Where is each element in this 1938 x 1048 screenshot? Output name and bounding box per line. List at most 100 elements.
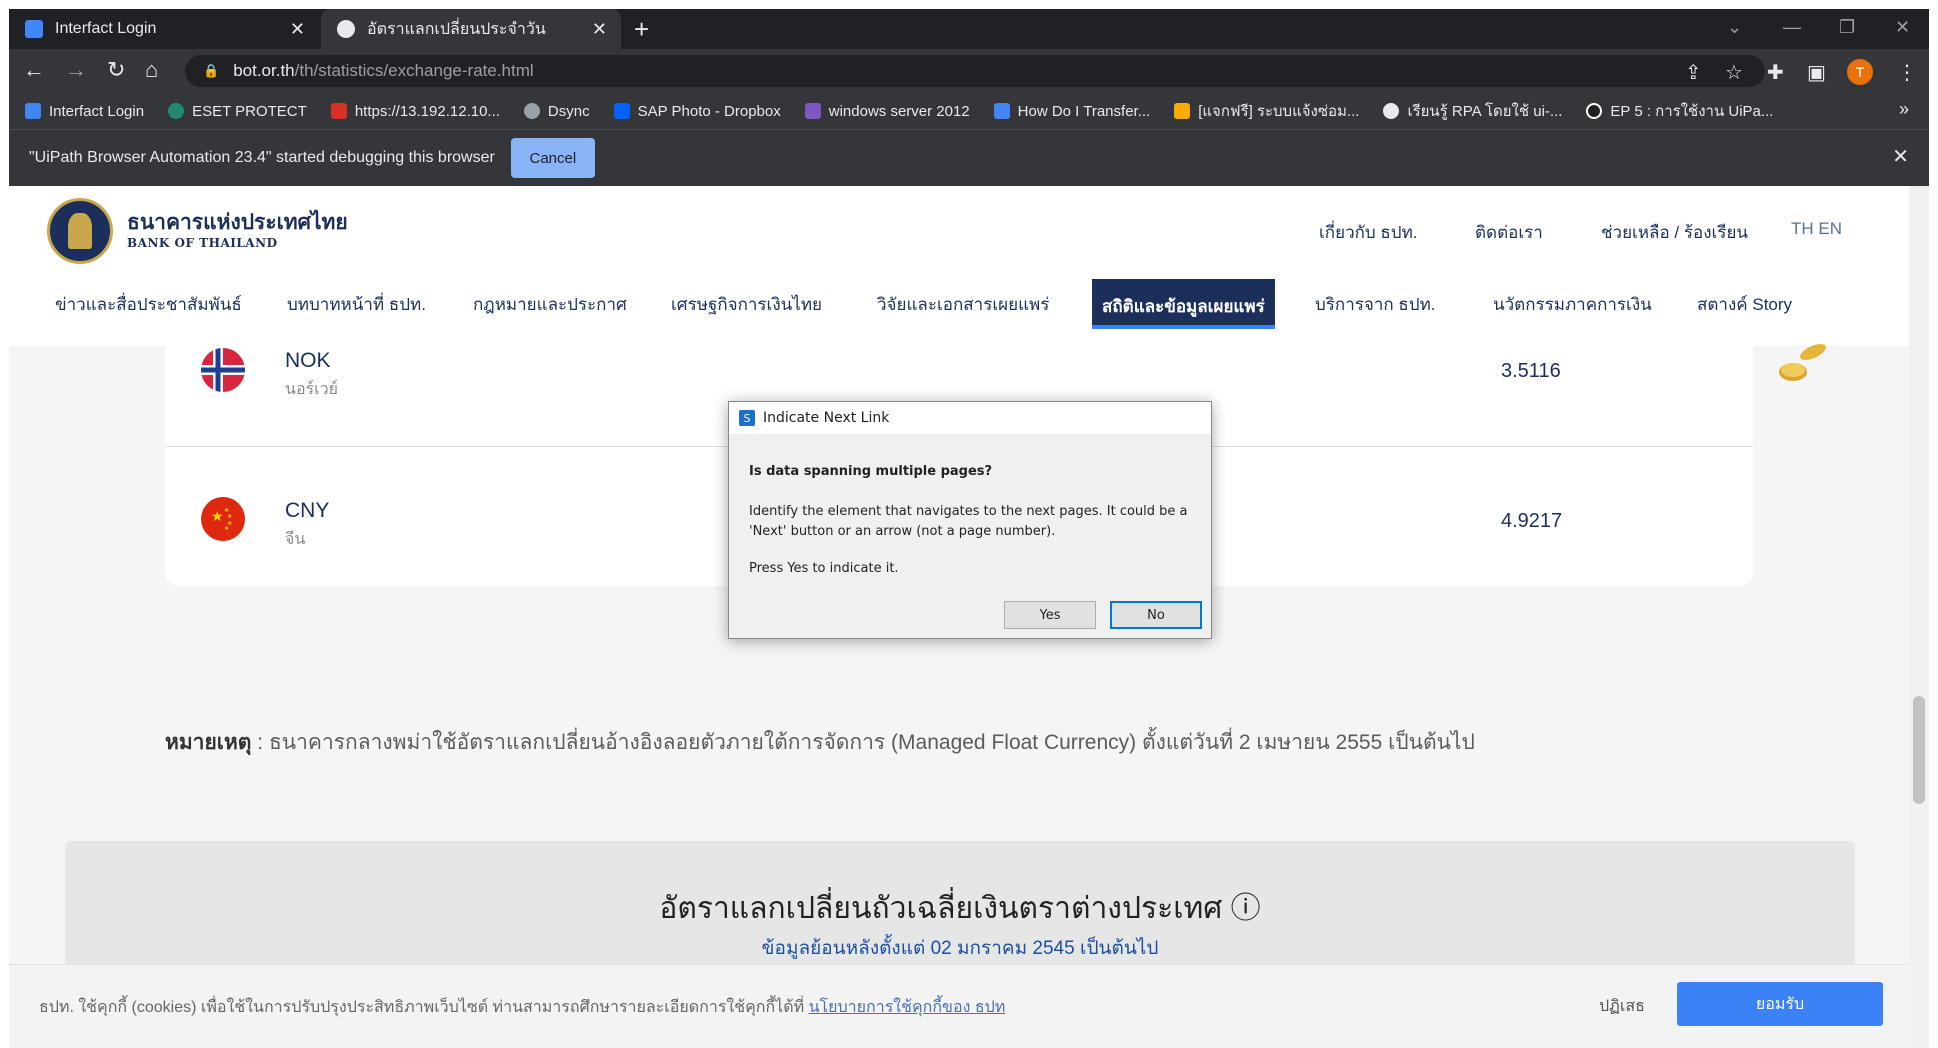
tab-exchange-rate[interactable]: อัตราแลกเปลี่ยนประจำวัน ✕ xyxy=(321,9,621,49)
lang-en[interactable]: EN xyxy=(1818,219,1842,238)
cookie-policy-link[interactable]: นโยบายการใช้คุกกี้ของ ธปท xyxy=(809,999,1006,1016)
bookmark-interfact-login[interactable]: Interfact Login xyxy=(25,103,144,120)
nav-research[interactable]: วิจัยและเอกสารเผยแพร่ xyxy=(877,291,1049,318)
eset-icon xyxy=(168,103,185,119)
restore-icon[interactable]: ❐ xyxy=(1839,17,1855,38)
bookmarks-bar: Interfact Login ESET PROTECT https://13.… xyxy=(9,93,1929,129)
bot-favicon xyxy=(337,20,355,38)
cookie-banner: ธปท. ใช้คุกกี้ (cookies) เพื่อใช้ในการปร… xyxy=(9,964,1909,1048)
bookmark-label: How Do I Transfer... xyxy=(1017,102,1151,120)
currency-name: นอร์เวย์ xyxy=(285,381,338,398)
cancel-debugging-button[interactable]: Cancel xyxy=(510,138,595,178)
top-link-help[interactable]: ช่วยเหลือ / ร้องเรียน xyxy=(1601,219,1748,246)
nav-roles[interactable]: บทบาทหน้าที่ ธปท. xyxy=(287,291,426,318)
bookmark-label: EP 5 : การใช้งาน UiPa... xyxy=(1610,103,1774,120)
debugging-infobar: "UiPath Browser Automation 23.4" started… xyxy=(9,129,1929,186)
average-rate-title-text: อัตราแลกเปลี่ยนถัวเฉลี่ยเงินตราต่างประเท… xyxy=(659,892,1223,925)
arrow-icon xyxy=(993,103,1010,119)
profile-avatar[interactable]: T xyxy=(1847,59,1873,85)
back-icon[interactable]: ← xyxy=(23,57,45,83)
no-button[interactable]: No xyxy=(1110,601,1202,629)
forward-icon[interactable]: → xyxy=(65,57,87,83)
menu-icon[interactable]: ⋮ xyxy=(1897,60,1917,85)
bookmark-ip[interactable]: https://13.192.12.10... xyxy=(330,103,500,120)
brand-name-thai[interactable]: ธนาคารแห่งประเทศไทย xyxy=(127,206,348,239)
reload-icon[interactable]: ↻ xyxy=(107,57,125,83)
nav-economy[interactable]: เศรษฐกิจการเงินไทย xyxy=(671,291,822,318)
tab-title: Interfact Login xyxy=(55,20,157,37)
svg-text:★: ★ xyxy=(224,525,229,532)
dropbox-icon xyxy=(613,103,630,119)
globe-icon xyxy=(523,103,540,119)
tab-search-icon[interactable]: ⌄ xyxy=(1727,17,1742,38)
bookmark-windows-server[interactable]: windows server 2012 xyxy=(804,102,970,120)
scrollbar-thumb[interactable] xyxy=(1913,696,1925,804)
tab-strip: Interfact Login ✕ อัตราแลกเปลี่ยนประจำวั… xyxy=(9,9,1929,49)
tab-interfact-login[interactable]: Interfact Login ✕ xyxy=(9,9,319,49)
minimize-icon[interactable]: — xyxy=(1783,17,1801,38)
home-icon[interactable]: ⌂ xyxy=(145,57,158,83)
nav-laws[interactable]: กฎหมายและประกาศ xyxy=(473,291,627,318)
grid-icon xyxy=(330,103,347,119)
nav-news[interactable]: ข่าวและสื่อประชาสัมพันธ์ xyxy=(55,291,242,318)
bookmark-star-icon[interactable]: ☆ xyxy=(1725,60,1743,85)
nav-fintech[interactable]: นวัตกรรมภาคการเงิน xyxy=(1493,291,1652,318)
bookmark-dropbox[interactable]: SAP Photo - Dropbox xyxy=(613,102,781,120)
bookmark-transfer[interactable]: How Do I Transfer... xyxy=(993,102,1151,120)
window-close-icon[interactable]: ✕ xyxy=(1895,17,1910,38)
lang-th[interactable]: TH xyxy=(1791,219,1814,238)
bookmark-dsync[interactable]: Dsync xyxy=(523,102,590,120)
bookmark-label: Interfact Login xyxy=(49,102,145,120)
url-path: /th/statistics/exchange-rate.html xyxy=(294,61,534,80)
top-link-about[interactable]: เกี่ยวกับ ธปท. xyxy=(1319,219,1418,246)
yes-button[interactable]: Yes xyxy=(1004,601,1096,629)
more-bookmarks-icon[interactable]: » xyxy=(1899,99,1909,120)
coins-icon xyxy=(1779,343,1826,381)
indicate-next-link-dialog: S Indicate Next Link Is data spanning mu… xyxy=(728,401,1212,639)
wordpress-icon xyxy=(1383,103,1400,119)
bot-logo[interactable] xyxy=(47,198,113,264)
vs-icon xyxy=(804,103,821,119)
close-icon[interactable]: ✕ xyxy=(592,19,607,39)
monitor-icon xyxy=(25,103,41,119)
accept-cookies-button[interactable]: ยอมรับ xyxy=(1677,982,1883,1026)
brand-name-english[interactable]: BANK OF THAILAND xyxy=(127,236,278,250)
bookmark-label: Dsync xyxy=(547,102,590,120)
nav-services[interactable]: บริการจาก ธปท. xyxy=(1315,291,1436,318)
extensions-icon[interactable]: ✚ xyxy=(1767,60,1784,85)
average-rate-subtitle: ข้อมูลย้อนหลังตั้งแต่ 02 มกราคม 2545 เป็… xyxy=(761,938,1159,959)
bookmark-rpa[interactable]: เรียนรู้ RPA โดยใช้ ui-... xyxy=(1383,99,1562,123)
bookmark-uipath-ep5[interactable]: EP 5 : การใช้งาน UiPa... xyxy=(1586,99,1773,123)
side-panel-icon[interactable]: ▣ xyxy=(1807,60,1826,85)
main-nav: ข่าวและสื่อประชาสัมพันธ์ บทบาทหน้าที่ ธป… xyxy=(9,271,1909,333)
nav-statistics[interactable]: สถิติและข้อมูลเผยแพร่ xyxy=(1092,279,1275,329)
monitor-icon xyxy=(25,20,43,38)
share-icon[interactable]: ⇪ xyxy=(1685,60,1702,85)
rate-value: 3.5116 xyxy=(1501,360,1561,382)
bookmark-label: windows server 2012 xyxy=(828,102,970,120)
address-bar[interactable]: 🔒 bot.or.th/th/statistics/exchange-rate.… xyxy=(185,55,1765,87)
close-icon[interactable]: ✕ xyxy=(1892,144,1909,169)
dialog-instruction: Press Yes to indicate it. xyxy=(749,561,899,576)
currency-code: CNY xyxy=(285,499,330,522)
folder-icon xyxy=(1174,103,1191,119)
bookmark-label: SAP Photo - Dropbox xyxy=(637,102,781,120)
bookmark-label: ESET PROTECT xyxy=(192,102,307,120)
svg-text:★: ★ xyxy=(227,513,232,520)
bookmark-repair[interactable]: [แจกฟรี] ระบบแจ้งซ่อม... xyxy=(1174,99,1359,123)
bookmark-eset[interactable]: ESET PROTECT xyxy=(168,103,307,120)
new-tab-icon[interactable]: + xyxy=(634,14,649,45)
bookmark-label: [แจกฟรี] ระบบแจ้งซ่อม... xyxy=(1198,103,1360,120)
info-icon[interactable]: ⓘ xyxy=(1231,892,1261,925)
average-rate-title: อัตราแลกเปลี่ยนถัวเฉลี่ยเงินตราต่างประเท… xyxy=(65,883,1855,932)
reject-cookies-button[interactable]: ปฏิเสธ xyxy=(1599,994,1645,1019)
close-icon[interactable]: ✕ xyxy=(290,19,305,39)
cookie-message: ธปท. ใช้คุกกี้ (cookies) เพื่อใช้ในการปร… xyxy=(39,995,1005,1020)
tab-title: อัตราแลกเปลี่ยนประจำวัน xyxy=(367,20,546,38)
page-scrollbar[interactable] xyxy=(1909,186,1929,1048)
norway-flag-icon xyxy=(201,348,245,392)
nav-satang-story[interactable]: สตางค์ Story xyxy=(1697,291,1792,318)
svg-text:★: ★ xyxy=(211,509,224,525)
top-link-contact[interactable]: ติดต่อเรา xyxy=(1475,219,1543,246)
medium-icon xyxy=(1586,103,1603,119)
